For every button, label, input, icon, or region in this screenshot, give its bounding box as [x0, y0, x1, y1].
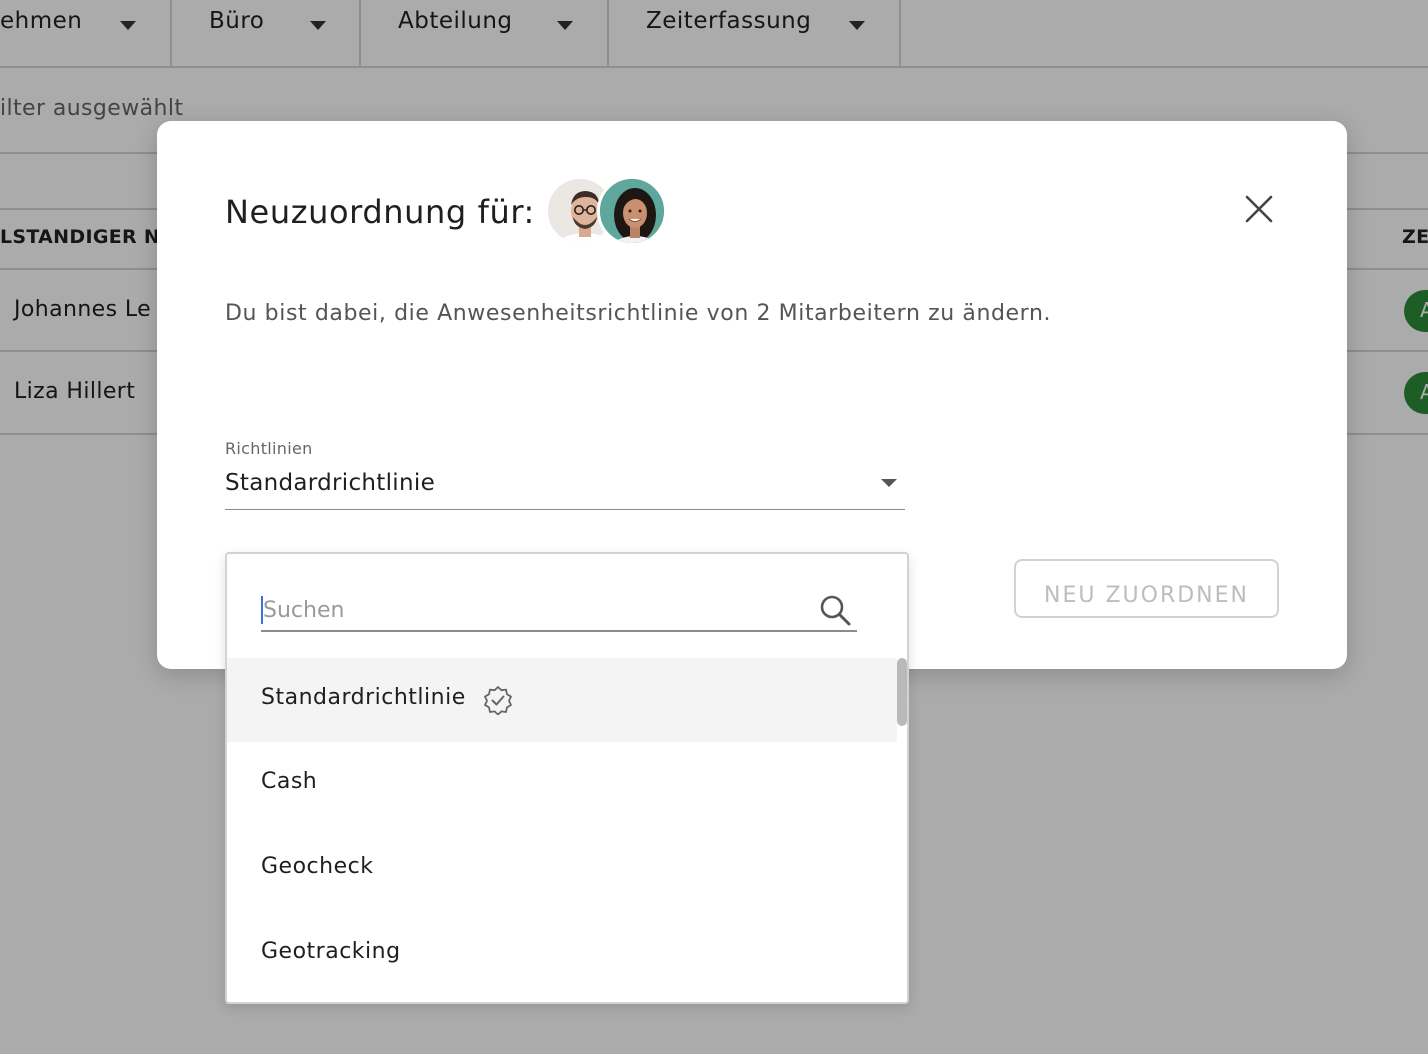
policy-select[interactable]: Standardrichtlinie	[225, 463, 905, 510]
verified-badge-icon	[483, 685, 513, 716]
chevron-down-icon	[881, 479, 897, 487]
dropdown-option-geotracking[interactable]: Geotracking	[227, 912, 897, 996]
dialog-description: Du bist dabei, die Anwesenheitsrichtlini…	[225, 301, 1052, 326]
search-input[interactable]	[261, 590, 801, 630]
text-cursor	[261, 596, 263, 624]
option-label: Standardrichtlinie	[261, 685, 466, 710]
dropdown-option-standardrichtlinie[interactable]: Standardrichtlinie	[227, 658, 897, 742]
search-field	[261, 590, 857, 632]
dropdown-scrollbar[interactable]	[897, 658, 907, 726]
dropdown-option-cash[interactable]: Cash	[227, 742, 897, 826]
dropdown-option-geocheck[interactable]: Geocheck	[227, 827, 897, 911]
avatar	[597, 176, 667, 246]
option-label: Cash	[261, 769, 318, 794]
close-button[interactable]	[1241, 191, 1277, 227]
avatar-group	[545, 176, 669, 248]
reassign-button[interactable]: NEU ZUORDNEN	[1014, 559, 1279, 618]
person-icon	[600, 179, 664, 243]
policy-select-value: Standardrichtlinie	[225, 470, 436, 496]
option-label: Geotracking	[261, 939, 401, 964]
policy-field-label: Richtlinien	[225, 439, 313, 458]
dialog-title: Neuzuordnung für:	[225, 193, 535, 231]
option-label: Geocheck	[261, 854, 374, 879]
search-icon[interactable]	[817, 592, 853, 628]
close-icon	[1245, 195, 1273, 223]
policy-dropdown-menu: Standardrichtlinie Cash Geocheck Geotrac…	[225, 552, 909, 1004]
